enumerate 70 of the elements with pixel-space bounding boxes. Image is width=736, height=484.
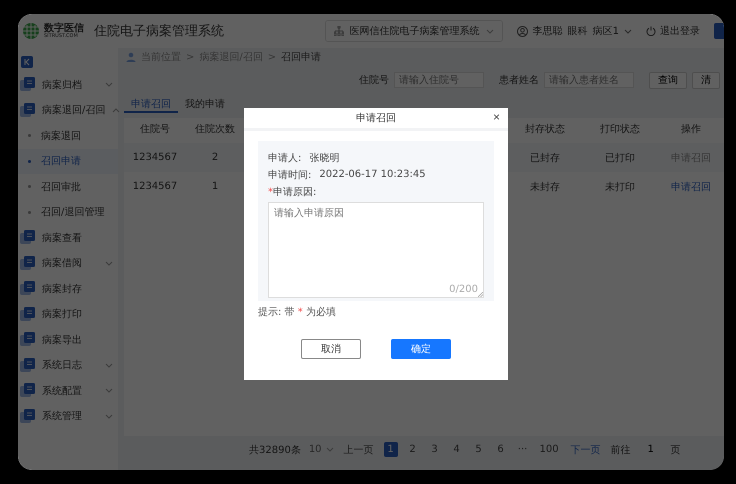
network-icon (334, 26, 344, 36)
character-counter: 0/200 (449, 284, 478, 295)
logo-name: 数字医信 (44, 24, 84, 34)
time-value: 2022-06-17 10:23:45 (319, 169, 426, 180)
search-button[interactable]: 清 (692, 72, 720, 88)
page-input[interactable]: 1 (638, 443, 663, 456)
breadcrumb-separator: > (268, 52, 276, 62)
dialog-title: 申请召回 (356, 112, 396, 125)
sidebar-subitem[interactable]: 病案退回 (18, 123, 118, 148)
logout-button[interactable]: 退出登录 (646, 24, 700, 38)
hint-text: 提示: 带 * 为必填 (258, 306, 337, 319)
page-button[interactable]: 6 (494, 442, 508, 457)
table-cell-text: 1234567 (132, 152, 178, 163)
table-cell-text: 2 (210, 152, 220, 163)
page-button[interactable]: 5 (472, 442, 486, 457)
breadcrumb-item: 召回申请 (281, 50, 322, 64)
confirm-button[interactable]: 确定 (391, 339, 451, 359)
logo-icon (22, 22, 40, 40)
page-button[interactable]: 100 (538, 442, 561, 457)
column-header: 住院次数 (194, 122, 236, 136)
table-cell-text: 未封存 (529, 180, 561, 194)
tab[interactable]: 我的申请 (178, 96, 232, 113)
field-label: 住院号 (359, 74, 389, 87)
sidebar-subitem[interactable]: 召回审批 (18, 174, 118, 200)
cancel-button[interactable]: 取消 (301, 339, 361, 359)
user-name: 李思聪 (532, 24, 563, 38)
page-button[interactable]: 4 (450, 442, 464, 457)
reason-label: *申请原因: (268, 186, 316, 198)
ward-select[interactable]: 病区1 (592, 24, 619, 38)
sidebar-subitem[interactable]: 召回/退回管理 (18, 200, 118, 225)
applicant-value: 张晓明 (309, 152, 340, 164)
table-cell-text: 1234567 (132, 181, 178, 192)
breadcrumb-separator: > (186, 52, 194, 62)
tab[interactable]: 申请召回 (124, 96, 178, 113)
chevron-down-icon (486, 28, 494, 34)
total-count: 共32890条 (249, 444, 301, 456)
time-label: 申请时间: (268, 168, 312, 182)
app-title: 住院电子病案管理系统 (94, 23, 224, 40)
applicant-label: 申请人: (268, 152, 302, 164)
field-label: 患者姓名 (499, 74, 539, 87)
power-icon (646, 26, 656, 36)
table-cell-text: 1 (210, 181, 220, 192)
recall-link[interactable]: 申请召回 (658, 180, 724, 194)
page-button[interactable]: ··· (516, 442, 530, 457)
page-button[interactable]: 3 (428, 442, 442, 457)
user-icon (516, 26, 528, 36)
next-page-button[interactable]: 下一页 (568, 442, 603, 456)
table-cell-text: 未打印 (604, 180, 636, 194)
column-header: 打印状态 (599, 122, 641, 136)
table-cell-text: 已打印 (604, 152, 636, 164)
department-label: 眼科 (568, 24, 588, 38)
resize-handle-icon (478, 292, 483, 297)
chevron-down-icon (624, 28, 632, 34)
collapse-icon[interactable] (20, 55, 34, 69)
table-cell-text: 已封存 (529, 152, 561, 164)
system-select[interactable]: 医网信住院电子病案管理系统 (324, 20, 503, 42)
sidebar-subitem[interactable]: 召回申请 (18, 148, 118, 174)
column-header: 封存状态 (524, 122, 566, 136)
page-button[interactable]: 2 (406, 442, 420, 457)
page-unit: 页 (670, 444, 681, 456)
prev-page-button[interactable]: 上一页 (342, 442, 376, 456)
goto-label: 前往 (610, 444, 631, 456)
page-button[interactable]: 1 (384, 442, 398, 457)
close-button[interactable]: × (490, 110, 502, 124)
column-header: 住院号 (139, 122, 171, 136)
chevron-down-icon (326, 447, 334, 452)
user-icon (126, 52, 136, 62)
column-header: 操作 (680, 123, 702, 136)
search-button[interactable]: 查询 (649, 72, 687, 88)
header-badge (714, 23, 724, 39)
